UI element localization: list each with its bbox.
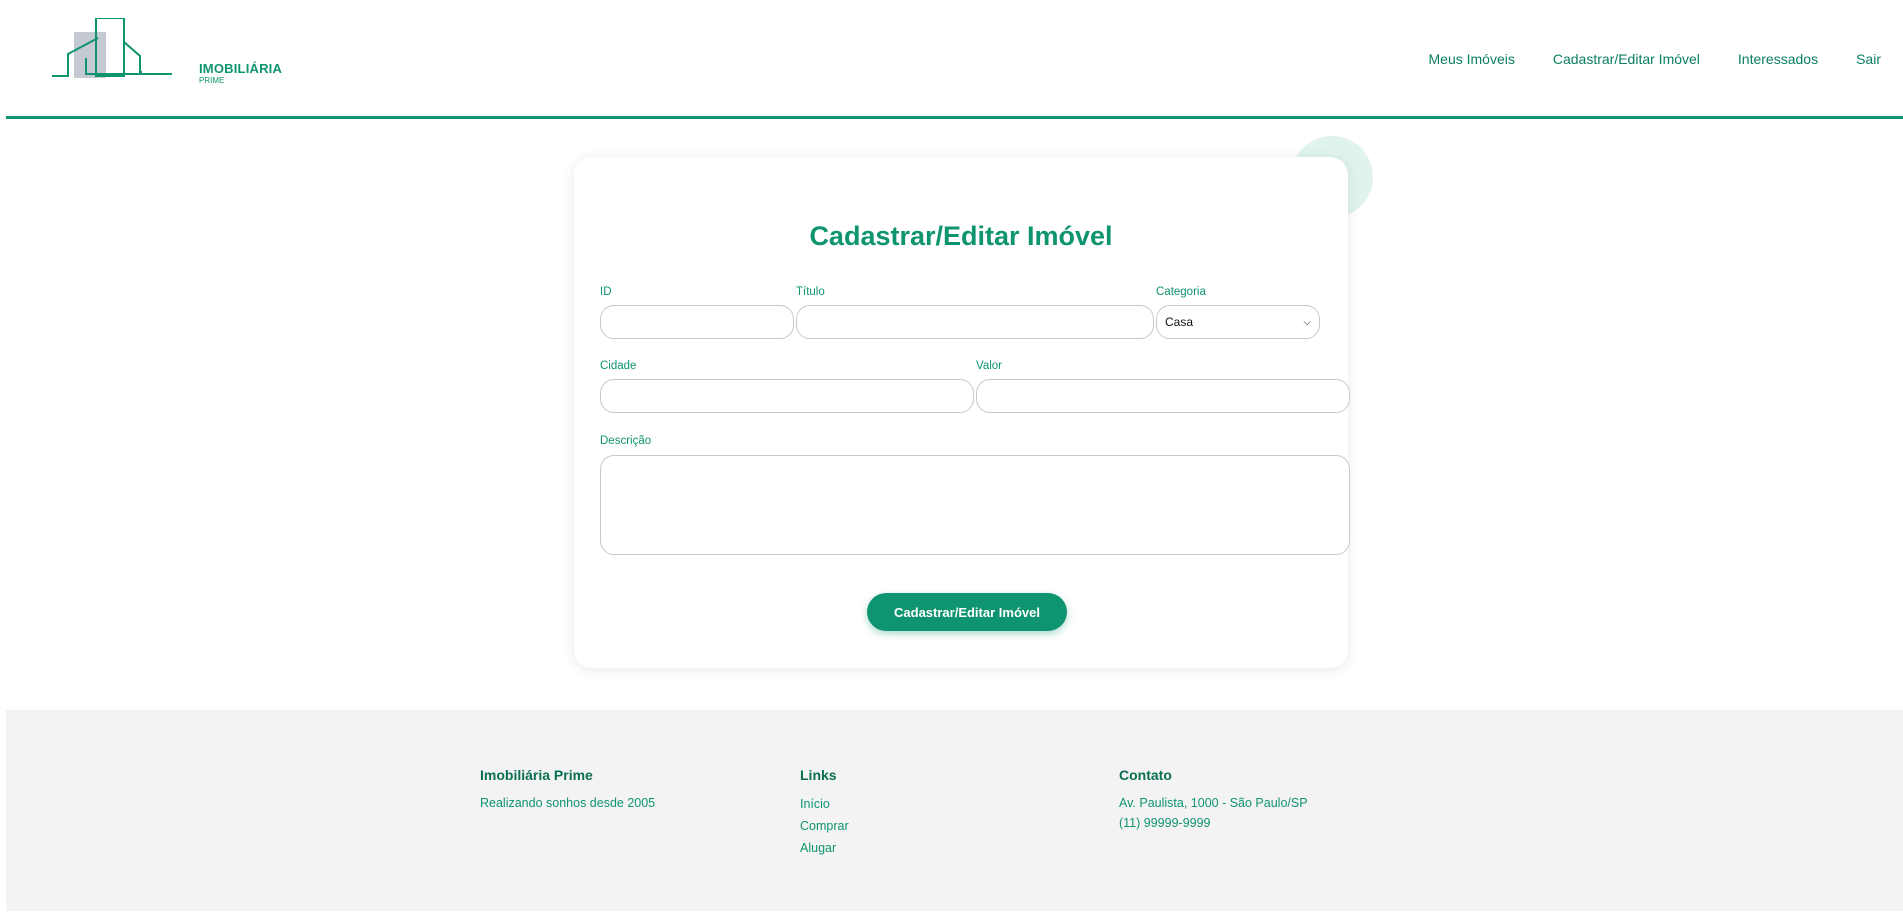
titulo-input[interactable]: [796, 305, 1154, 339]
valor-label: Valor: [976, 360, 1002, 372]
id-label: ID: [600, 286, 612, 298]
footer-about: Imobiliária Prime Realizando sonhos desd…: [480, 767, 655, 813]
footer-link-comprar[interactable]: Comprar: [800, 815, 849, 837]
footer-link-alugar[interactable]: Alugar: [800, 837, 849, 859]
footer-address: Av. Paulista, 1000 - São Paulo/SP: [1119, 796, 1308, 810]
valor-input[interactable]: [976, 379, 1350, 413]
form-title: Cadastrar/Editar Imóvel: [809, 221, 1113, 251]
property-form-card: Cadastrar/Editar Imóvel ID Título Catego…: [574, 157, 1350, 668]
cidade-input[interactable]: [600, 379, 974, 413]
logo-text: IMOBILIÁRIA: [199, 61, 283, 76]
site-footer: Imobiliária Prime Realizando sonhos desd…: [6, 710, 1903, 911]
nav-sair[interactable]: Sair: [1856, 51, 1881, 67]
titulo-label: Título: [796, 286, 825, 298]
logo-subtext: PRIME: [199, 76, 225, 85]
id-input[interactable]: [600, 305, 794, 339]
nav-interessados[interactable]: Interessados: [1738, 51, 1818, 67]
chevron-down-icon: ⌵: [1303, 316, 1311, 328]
nav-cadastrar-editar[interactable]: Cadastrar/Editar Imóvel: [1553, 51, 1700, 67]
footer-phone: (11) 99999-9999: [1119, 816, 1211, 830]
footer-links-title: Links: [800, 767, 837, 783]
site-header: IMOBILIÁRIA PRIME Meus Imóveis Cadastrar…: [6, 0, 1903, 119]
nav-meus-imoveis[interactable]: Meus Imóveis: [1429, 51, 1515, 67]
footer-links: Links Início Comprar Alugar: [800, 767, 849, 859]
submit-button[interactable]: Cadastrar/Editar Imóvel: [867, 593, 1067, 631]
footer-contact-title: Contato: [1119, 767, 1172, 783]
descricao-textarea[interactable]: [600, 455, 1350, 555]
categoria-select[interactable]: Casa ⌵: [1156, 305, 1320, 339]
cidade-label: Cidade: [600, 360, 637, 372]
footer-link-inicio[interactable]: Início: [800, 793, 849, 815]
footer-about-title: Imobiliária Prime: [480, 767, 593, 783]
building-logo-icon: [52, 17, 172, 78]
footer-about-text: Realizando sonhos desde 2005: [480, 796, 656, 810]
descricao-label: Descrição: [600, 435, 652, 447]
footer-contact: Contato Av. Paulista, 1000 - São Paulo/S…: [1119, 767, 1308, 833]
categoria-selected-value: Casa: [1165, 315, 1194, 329]
main-nav: Meus Imóveis Cadastrar/Editar Imóvel Int…: [1391, 51, 1903, 67]
categoria-label: Categoria: [1156, 286, 1206, 298]
logo[interactable]: IMOBILIÁRIA PRIME: [52, 17, 282, 94]
